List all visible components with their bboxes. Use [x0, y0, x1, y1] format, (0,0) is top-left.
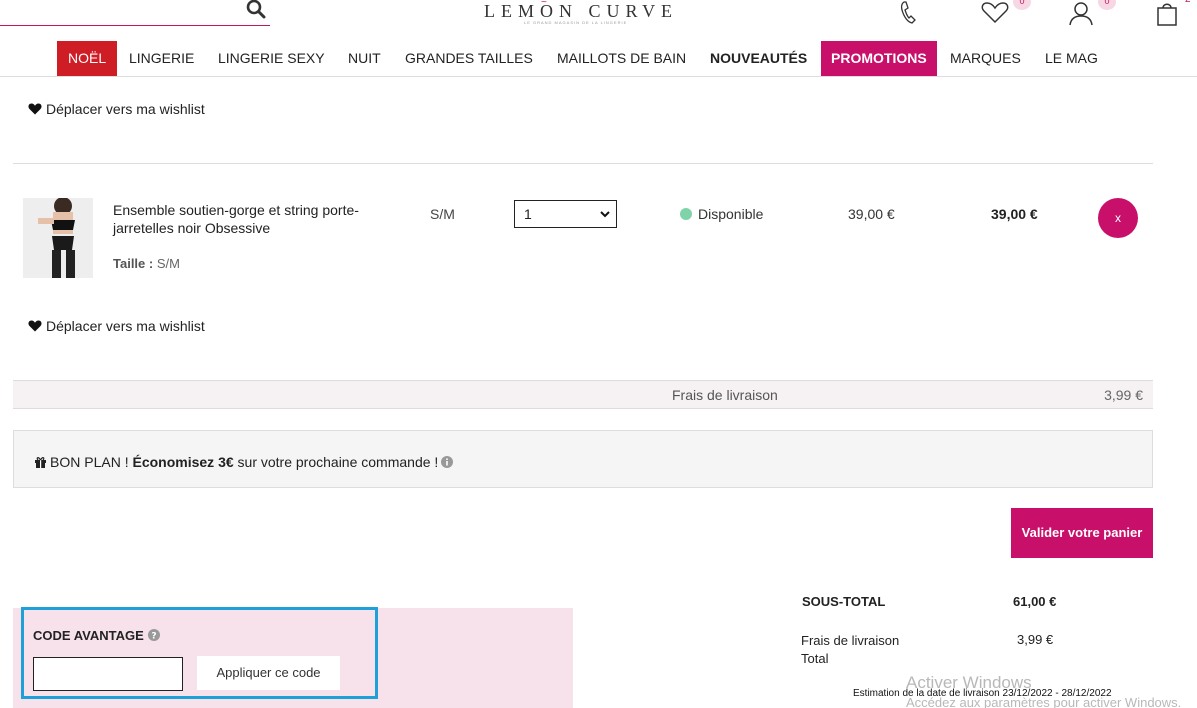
quantity-select[interactable]: 1: [514, 200, 617, 228]
nav-item-maillots-de-bain[interactable]: MAILLOTS DE BAIN: [557, 41, 686, 76]
subtotal-value: 61,00 €: [1013, 594, 1057, 609]
shipping-value: 3,99 €: [1104, 387, 1143, 403]
availability-status: Disponible: [680, 206, 763, 222]
shipping-row: Frais de livraison 3,99 €: [13, 380, 1153, 409]
nav-item-marques[interactable]: MARQUES: [950, 41, 1021, 76]
bonplan-text: BON PLAN ! Économisez 3€ sur votre proch…: [34, 454, 454, 470]
logo-bow-icon: ~: [541, 0, 547, 8]
availability-dot-icon: [680, 208, 692, 220]
logo[interactable]: LEMON CURVE ~ LE GRAND MAGASIN DE LA LIN…: [484, 0, 694, 26]
product-name[interactable]: Ensemble soutien-gorge et string porte-j…: [113, 201, 383, 237]
line-total: 39,00 €: [991, 206, 1038, 222]
nav-item-nuit[interactable]: NUIT: [348, 41, 381, 76]
subtotal-label: SOUS-TOTAL: [802, 594, 886, 609]
validate-cart-button[interactable]: Valider votre panier: [1011, 508, 1153, 558]
nav-item-le-mag[interactable]: LE MAG: [1045, 41, 1098, 76]
move-to-wishlist-link[interactable]: Déplacer vers ma wishlist: [28, 101, 205, 117]
chevron-down-icon: [600, 211, 610, 218]
size-column: S/M: [430, 206, 455, 222]
bonplan-highlight: Économisez 3€: [132, 454, 234, 470]
promo-title-label: CODE AVANTAGE: [33, 628, 144, 643]
cart-count-badge: 2: [1185, 0, 1191, 5]
delivery-estimate: Estimation de la date de livraison 23/12…: [853, 688, 1112, 699]
nav-item-lingerie[interactable]: LINGERIE: [129, 41, 194, 76]
wishlist-link-label: Déplacer vers ma wishlist: [46, 318, 205, 334]
move-to-wishlist-link[interactable]: Déplacer vers ma wishlist: [28, 318, 205, 334]
nav-item-noel[interactable]: NOËL: [57, 41, 118, 76]
info-icon[interactable]: [441, 456, 454, 468]
promo-code-title: CODE AVANTAGE?: [33, 628, 160, 643]
search-icon[interactable]: [246, 0, 266, 20]
account-count-badge: 0: [1098, 0, 1116, 10]
bonplan-suffix: sur votre prochaine commande !: [237, 454, 439, 470]
logo-tagline: LE GRAND MAGASIN DE LA LINGERIE: [524, 20, 628, 25]
main-nav: NOËL LINGERIE LINGERIE SEXY NUIT GRANDES…: [0, 40, 1197, 77]
phone-icon[interactable]: [898, 0, 920, 26]
promo-code-input[interactable]: [33, 657, 183, 691]
nav-item-lingerie-sexy[interactable]: LINGERIE SEXY: [218, 41, 325, 76]
row-divider: [13, 163, 1153, 164]
shipping-total-value: 3,99 €: [1017, 632, 1054, 647]
apply-code-button[interactable]: Appliquer ce code: [197, 656, 340, 690]
wishlist-count-badge: 0: [1013, 0, 1031, 10]
bonplan-banner: BON PLAN ! Économisez 3€ sur votre proch…: [13, 430, 1153, 488]
quantity-value: 1: [524, 206, 532, 222]
nav-item-promotions[interactable]: PROMOTIONS: [821, 41, 937, 76]
remove-item-button[interactable]: x: [1098, 198, 1138, 238]
wishlist-heart-icon[interactable]: [980, 0, 1010, 26]
product-size-label: Taille : S/M: [113, 256, 180, 271]
svg-text:?: ?: [151, 632, 156, 642]
bag-icon[interactable]: [1155, 0, 1179, 26]
shipping-total-label: Frais de livraison Total: [801, 633, 900, 666]
heart-icon: [28, 320, 42, 332]
nav-item-nouveautes[interactable]: NOUVEAUTÉS: [710, 41, 807, 76]
heart-icon: [28, 103, 42, 115]
shipping-label: Frais de livraison: [672, 387, 778, 403]
help-icon[interactable]: ?: [147, 629, 160, 642]
user-icon[interactable]: [1066, 0, 1096, 26]
search-bar[interactable]: [0, 0, 270, 26]
wishlist-link-label: Déplacer vers ma wishlist: [46, 101, 205, 117]
size-label: Taille :: [113, 256, 154, 271]
nav-item-grandes-tailles[interactable]: GRANDES TAILLES: [405, 41, 533, 76]
unit-price: 39,00 €: [848, 206, 895, 222]
product-image: [23, 198, 93, 278]
gift-icon: [35, 457, 46, 468]
bonplan-prefix: BON PLAN !: [50, 454, 129, 470]
size-value: S/M: [156, 256, 180, 271]
logo-text: LEMON CURVE: [484, 1, 679, 21]
availability-label: Disponible: [698, 206, 764, 222]
product-thumbnail[interactable]: [23, 198, 93, 278]
